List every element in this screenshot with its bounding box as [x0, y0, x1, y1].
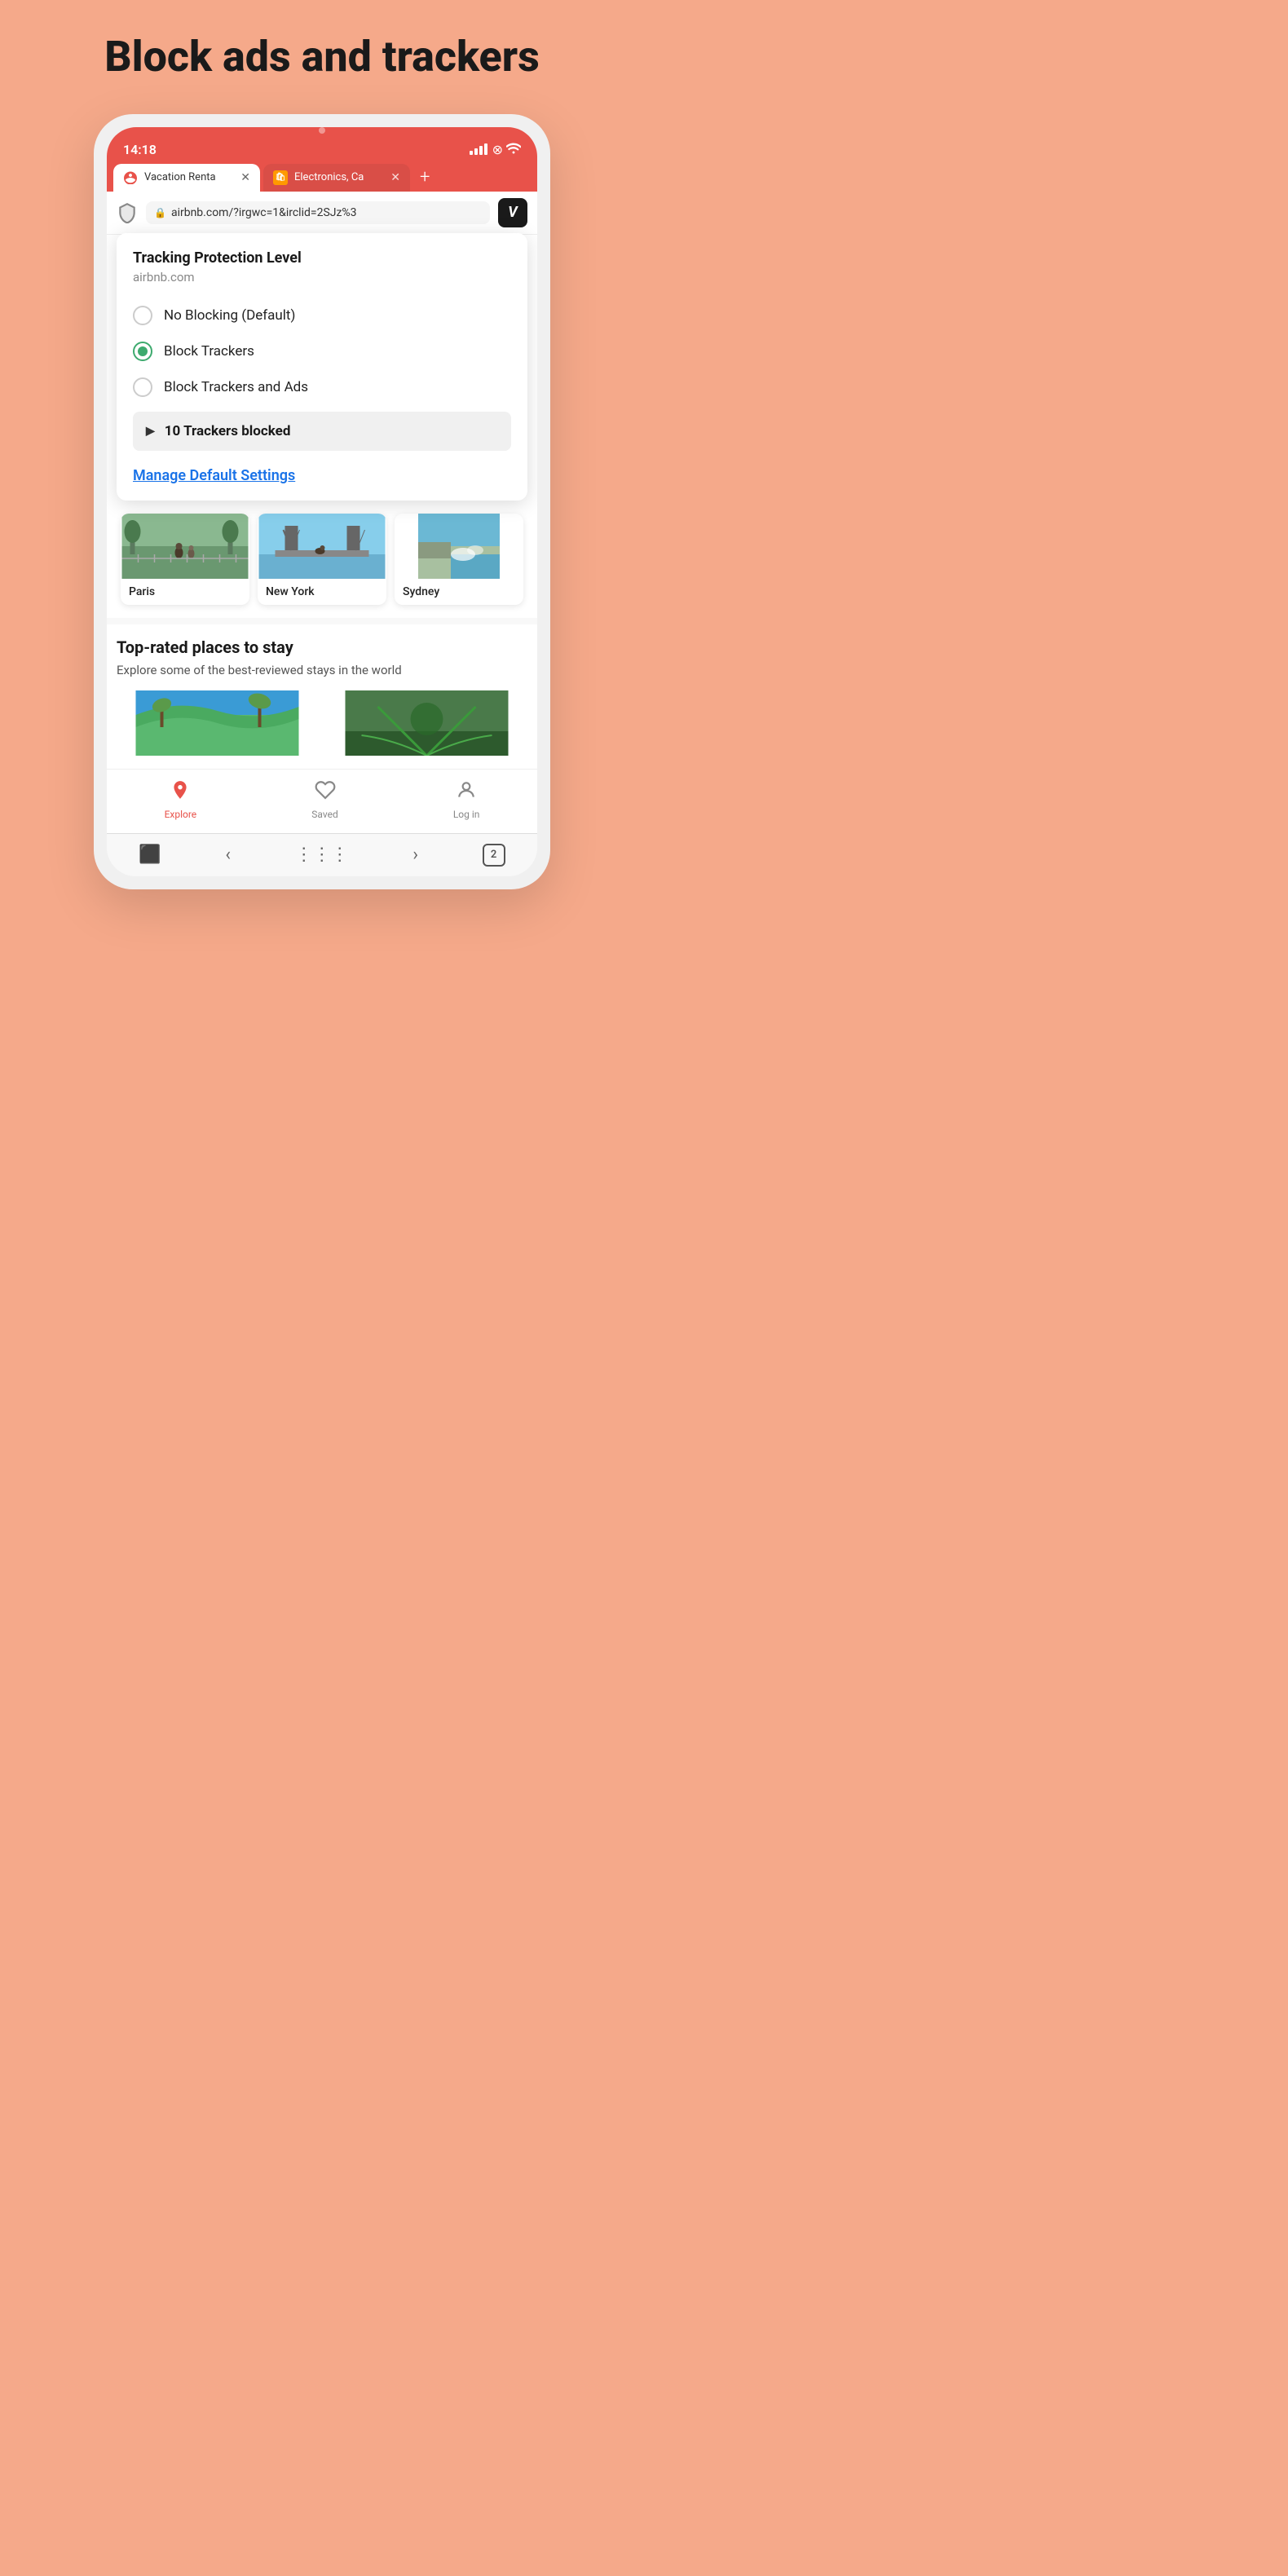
tracking-protection-popup: Tracking Protection Level airbnb.com No …	[117, 233, 527, 501]
tab-count-button[interactable]: 2	[483, 844, 505, 867]
saved-label: Saved	[311, 809, 337, 820]
saved-icon	[315, 779, 336, 805]
manage-default-settings-link[interactable]: Manage Default Settings	[133, 467, 295, 484]
url-display[interactable]: 🔒 airbnb.com/?irgwc=1&irclid=2SJz%3	[146, 201, 490, 224]
sydney-card[interactable]: Sydney	[395, 514, 523, 605]
phone-frame: 14:18 ⊗ Vacati	[94, 114, 550, 889]
login-label: Log in	[453, 809, 480, 820]
nav-saved[interactable]: Saved	[311, 779, 337, 820]
radio-block-trackers-circle	[133, 342, 152, 361]
radio-block-trackers[interactable]: Block Trackers	[133, 333, 511, 369]
tab-count: 2	[491, 849, 496, 861]
tab-airbnb-label: Vacation Renta	[144, 171, 234, 183]
wifi-icon: ⊗	[492, 142, 521, 157]
popup-domain: airbnb.com	[133, 270, 511, 285]
status-time: 14:18	[123, 142, 157, 157]
login-icon	[456, 779, 477, 805]
url-text: airbnb.com/?irgwc=1&irclid=2SJz%3	[171, 206, 357, 219]
trackers-blocked-row[interactable]: ▶ 10 Trackers blocked	[133, 412, 511, 451]
sidebar-toggle-button[interactable]: ⬛	[139, 845, 161, 865]
popup-title: Tracking Protection Level	[133, 249, 511, 267]
sydney-label: Sydney	[395, 579, 523, 605]
radio-selected-dot	[138, 346, 148, 356]
page-title: Block ads and trackers	[104, 33, 540, 82]
nav-login[interactable]: Log in	[453, 779, 480, 820]
paris-card[interactable]: Paris	[121, 514, 249, 605]
tab-electronics-label: Electronics, Ca	[294, 171, 384, 183]
explore-icon	[170, 779, 191, 805]
lock-icon: 🔒	[154, 207, 166, 218]
nav-explore[interactable]: Explore	[165, 779, 197, 820]
amazon-favicon: 🛍	[273, 170, 288, 185]
radio-block-trackers-label: Block Trackers	[164, 343, 254, 359]
status-bar: 14:18 ⊗	[107, 134, 537, 164]
airbnb-favicon	[123, 170, 138, 185]
trackers-blocked-count: 10 Trackers blocked	[165, 423, 291, 439]
tab-airbnb[interactable]: Vacation Renta ✕	[113, 164, 260, 192]
destinations-row: Paris	[107, 501, 537, 618]
tab-airbnb-close[interactable]: ✕	[240, 172, 250, 183]
stay-card-1[interactable]	[117, 690, 318, 759]
shield-icon[interactable]	[117, 202, 138, 223]
browser-tabs-row: Vacation Renta ✕ 🛍 Electronics, Ca ✕ +	[107, 164, 537, 192]
stay-card-2[interactable]	[326, 690, 527, 759]
top-rated-section: Top-rated places to stay Explore some of…	[107, 624, 537, 769]
paris-image	[121, 514, 249, 579]
status-icons: ⊗	[470, 142, 521, 157]
bottom-nav: Explore Saved	[107, 769, 537, 833]
phone-notch	[107, 127, 537, 134]
browser-toolbar: ⬛ ‹ ⋮⋮⋮ › 2	[107, 833, 537, 876]
camera-dot	[319, 127, 325, 134]
phone-screen: 14:18 ⊗ Vacati	[107, 127, 537, 876]
url-bar: 🔒 airbnb.com/?irgwc=1&irclid=2SJz%3 V	[107, 192, 537, 235]
apps-button[interactable]: ⋮⋮⋮	[295, 845, 349, 865]
stays-row	[117, 690, 527, 759]
signal-icon	[470, 143, 487, 155]
radio-block-trackers-ads-label: Block Trackers and Ads	[164, 379, 308, 395]
radio-block-trackers-ads-circle	[133, 377, 152, 397]
vivaldi-button[interactable]: V	[498, 198, 527, 227]
browser-content: Paris	[107, 501, 537, 833]
radio-block-trackers-ads[interactable]: Block Trackers and Ads	[133, 369, 511, 405]
explore-label: Explore	[165, 809, 197, 820]
top-rated-title: Top-rated places to stay	[117, 637, 527, 657]
radio-no-blocking-circle	[133, 306, 152, 325]
back-button[interactable]: ‹	[225, 845, 231, 865]
paris-label: Paris	[121, 579, 249, 605]
newyork-card[interactable]: New York	[258, 514, 386, 605]
radio-no-blocking[interactable]: No Blocking (Default)	[133, 298, 511, 333]
top-rated-subtitle: Explore some of the best-reviewed stays …	[117, 662, 527, 679]
new-tab-button[interactable]: +	[413, 167, 436, 187]
radio-no-blocking-label: No Blocking (Default)	[164, 307, 295, 324]
forward-button[interactable]: ›	[412, 845, 418, 865]
newyork-image	[258, 514, 386, 579]
vivaldi-v-icon: V	[508, 204, 517, 221]
tab-electronics-close[interactable]: ✕	[390, 172, 400, 183]
expand-arrow-icon: ▶	[146, 425, 155, 438]
sydney-image	[395, 514, 523, 579]
newyork-label: New York	[258, 579, 386, 605]
tab-electronics[interactable]: 🛍 Electronics, Ca ✕	[263, 164, 410, 192]
